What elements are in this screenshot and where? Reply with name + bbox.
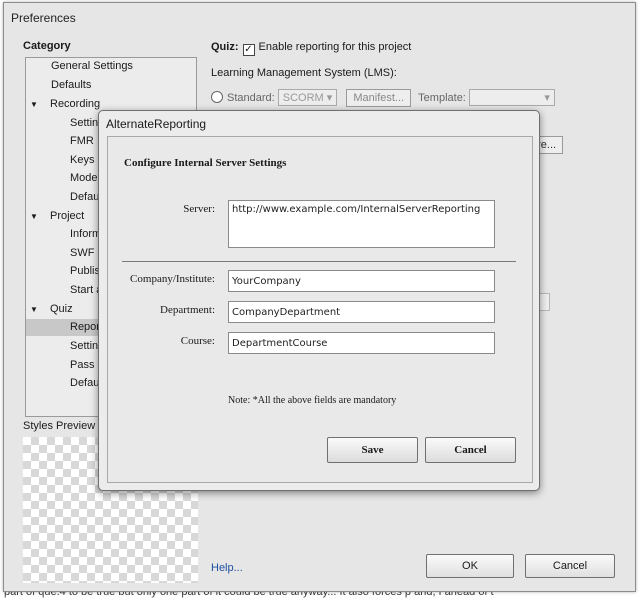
tree-item-recording-defaults[interactable]: Defau — [70, 189, 99, 206]
enable-reporting-checkbox[interactable]: ✓ — [242, 44, 255, 56]
server-label: Server: — [183, 203, 215, 215]
expand-triangle-icon[interactable]: ▼ — [30, 208, 40, 225]
tree-item-information[interactable]: Inform — [70, 226, 101, 243]
tree-item-publish[interactable]: Publis — [70, 263, 100, 280]
department-label: Department: — [160, 304, 215, 316]
dialog-cancel-button[interactable]: Cancel — [425, 437, 516, 463]
enable-reporting-label: Enable reporting for this project — [258, 41, 412, 53]
template-label: Template: — [418, 92, 466, 104]
dialog-content: Configure Internal Server Settings Serve… — [107, 136, 533, 483]
standard-row: Standard: SCORM ▾ Manifest... Template: … — [211, 89, 555, 107]
tree-item-project[interactable]: ▼ Project — [30, 208, 84, 225]
tree-item-general-settings[interactable]: General Settings — [51, 58, 133, 75]
tree-item-quiz-settings[interactable]: Settin — [70, 338, 98, 355]
company-label: Company/Institute: — [130, 273, 215, 285]
server-field[interactable]: http://www.example.com/InternalServerRep… — [228, 200, 495, 248]
alternate-reporting-dialog: AlternateReporting Configure Internal Se… — [98, 110, 540, 491]
tree-item-keys[interactable]: Keys — [70, 152, 94, 169]
tree-item-fmr[interactable]: FMR — [70, 133, 94, 150]
cancel-button[interactable]: Cancel — [525, 554, 615, 578]
department-field[interactable] — [228, 301, 495, 323]
tree-item-modes[interactable]: Mode — [70, 170, 98, 187]
window-title: Preferences — [11, 11, 76, 25]
course-field[interactable] — [228, 332, 495, 354]
quiz-reporting-row: Quiz: ✓ Enable reporting for this project — [211, 41, 411, 56]
tree-item-recording[interactable]: ▼ Recording — [30, 96, 100, 113]
ok-button[interactable]: OK — [426, 554, 514, 578]
save-button[interactable]: Save — [327, 437, 418, 463]
divider — [122, 261, 516, 262]
tree-item-default-labels[interactable]: Defau — [70, 375, 99, 392]
company-field[interactable] — [228, 270, 495, 292]
expand-triangle-icon[interactable]: ▼ — [30, 301, 40, 318]
help-link[interactable]: Help... — [211, 562, 243, 574]
standard-dropdown[interactable]: SCORM ▾ — [277, 89, 338, 106]
mandatory-note: Note: *All the above fields are mandator… — [228, 395, 397, 406]
course-label: Course: — [180, 335, 215, 347]
tree-item-defaults[interactable]: Defaults — [51, 77, 91, 94]
manifest-button[interactable]: Manifest... — [346, 89, 412, 107]
dialog-title: AlternateReporting — [106, 117, 207, 131]
template-dropdown[interactable]: ▾ — [468, 89, 555, 106]
lms-label: Learning Management System (LMS): — [211, 67, 397, 79]
dialog-heading: Configure Internal Server Settings — [124, 157, 287, 169]
styles-preview-label: Styles Preview — [23, 420, 96, 432]
quiz-label: Quiz: — [211, 41, 239, 53]
expand-triangle-icon[interactable]: ▼ — [30, 96, 40, 113]
standard-radio[interactable] — [211, 91, 223, 103]
tree-item-quiz[interactable]: ▼ Quiz — [30, 301, 73, 318]
tree-item-recording-settings[interactable]: Settin — [70, 115, 98, 132]
standard-label: Standard: — [227, 92, 275, 104]
category-label: Category — [23, 40, 71, 52]
